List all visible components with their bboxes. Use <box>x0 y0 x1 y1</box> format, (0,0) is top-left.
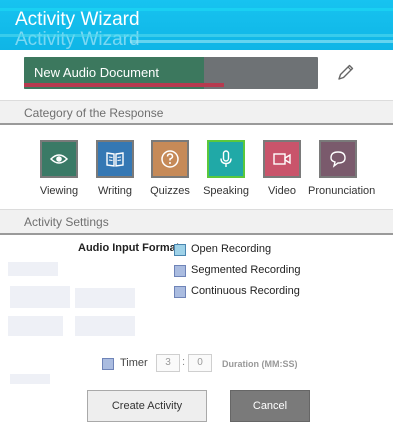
category-video-label: Video <box>268 185 296 197</box>
window-title-ghost: Activity Wizard <box>15 29 140 50</box>
glitch-line <box>0 34 393 37</box>
category-section-header: Category of the Response <box>0 100 393 125</box>
category-writing-label: Writing <box>97 185 133 197</box>
continuous-recording-checkbox[interactable] <box>174 286 186 298</box>
glitch-artifact <box>10 374 50 384</box>
document-name-text: New Audio Document <box>34 65 160 80</box>
segmented-recording-checkbox[interactable] <box>174 265 186 277</box>
time-separator: : <box>182 356 186 368</box>
category-quizzes[interactable]: Quizzes <box>140 140 200 197</box>
category-writing[interactable]: Writing <box>85 140 145 197</box>
category-writing-tile[interactable] <box>96 140 134 178</box>
category-pronunciation-label: Pronunciation <box>308 185 376 197</box>
audio-input-format-label: Audio Input Format: <box>78 242 184 254</box>
glitch-artifact <box>75 316 135 336</box>
category-speaking-label: Speaking <box>203 185 249 197</box>
category-speaking-tile[interactable] <box>207 140 245 178</box>
glitch-artifact <box>75 288 135 308</box>
glitch-line <box>130 40 393 43</box>
document-name-row: New Audio Document <box>0 50 393 100</box>
category-speaking[interactable]: Speaking <box>196 140 256 197</box>
timer-checkbox[interactable] <box>102 358 114 370</box>
timer-label: Timer <box>120 357 148 369</box>
glitch-artifact <box>10 286 70 308</box>
category-viewing-label: Viewing <box>39 185 79 197</box>
settings-section-label: Activity Settings <box>24 215 109 229</box>
category-viewing-tile[interactable] <box>40 140 78 178</box>
glitch-artifact <box>8 316 63 336</box>
category-video-tile[interactable] <box>263 140 301 178</box>
video-camera-icon <box>273 153 291 165</box>
settings-section-header: Activity Settings <box>0 209 393 234</box>
open-recording-checkbox[interactable] <box>174 244 186 256</box>
category-video[interactable]: Video <box>252 140 312 197</box>
microphone-icon <box>220 150 232 167</box>
glitch-artifact <box>8 262 58 276</box>
category-quizzes-label: Quizzes <box>150 185 190 197</box>
segmented-recording-label: Segmented Recording <box>191 264 301 276</box>
category-pronunciation[interactable]: Pronunciation <box>308 140 376 197</box>
category-section-label: Category of the Response <box>24 106 164 120</box>
window-title: Activity Wizard <box>15 9 140 30</box>
continuous-recording-label: Continuous Recording <box>191 285 300 297</box>
divider <box>0 123 393 125</box>
question-icon <box>161 150 179 168</box>
create-activity-button[interactable]: Create Activity <box>87 390 207 422</box>
open-recording-label: Open Recording <box>191 243 272 255</box>
document-name-field[interactable]: New Audio Document <box>24 57 318 89</box>
category-pronunciation-tile[interactable] <box>319 140 357 178</box>
speech-bubble-icon <box>330 151 346 168</box>
duration-label: Duration (MM:SS) <box>222 359 298 369</box>
category-quizzes-tile[interactable] <box>151 140 189 178</box>
cancel-button[interactable]: Cancel <box>230 390 310 422</box>
pencil-icon[interactable] <box>336 62 356 82</box>
timer-seconds-input[interactable]: 0 <box>188 354 212 372</box>
title-bar: Activity Wizard Activity Wizard <box>0 0 393 50</box>
glitch-line <box>24 83 224 87</box>
category-viewing[interactable]: Viewing <box>29 140 89 197</box>
timer-minutes-input[interactable]: 3 <box>156 354 180 372</box>
eye-icon <box>49 154 69 164</box>
book-icon <box>106 152 124 167</box>
divider <box>0 233 393 235</box>
